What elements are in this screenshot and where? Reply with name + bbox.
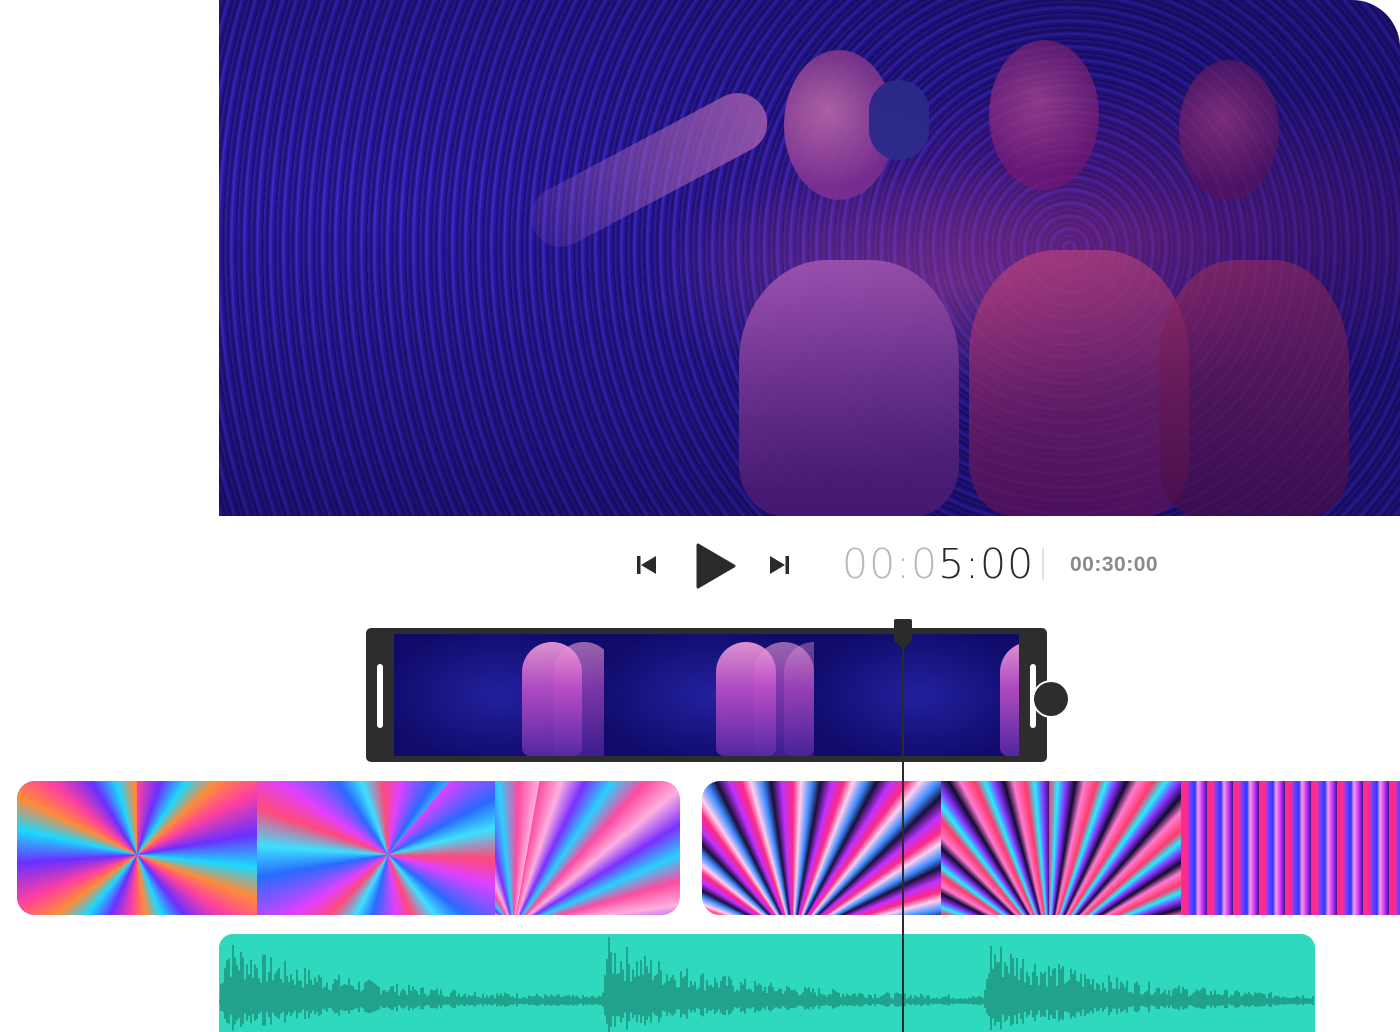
skip-next-icon[interactable] — [768, 554, 790, 576]
play-icon[interactable] — [692, 541, 738, 591]
playhead-line — [902, 620, 904, 1032]
audio-track[interactable] — [219, 934, 1315, 1032]
clip-thumbnail — [495, 781, 680, 915]
clip-thumbnail — [702, 781, 941, 915]
skip-previous-icon[interactable] — [636, 554, 658, 576]
dancer-echo-figure — [909, 30, 1209, 516]
timecode-bright-part: 5:00 — [938, 540, 1035, 588]
video-preview — [219, 0, 1400, 516]
clip-thumbnail — [394, 634, 604, 756]
dancer-figure — [520, 30, 999, 516]
audio-waveform — [219, 937, 1314, 1032]
current-timecode: 00:05:00 — [842, 540, 1034, 588]
clip-thumbnail — [814, 634, 1019, 756]
trim-drag-knob[interactable] — [1034, 682, 1068, 716]
clip-filmstrip — [394, 634, 1019, 756]
selected-video-clip[interactable] — [366, 628, 1047, 762]
clip-thumbnail — [1181, 781, 1400, 915]
clip-thumbnail — [604, 634, 814, 756]
background-clip-swirl[interactable] — [17, 781, 680, 915]
clip-thumbnail — [257, 781, 495, 915]
dancer-echo-figure — [1099, 40, 1379, 516]
timecode-dim-part: 00:0 — [842, 540, 939, 588]
total-duration: 00:30:00 — [1070, 553, 1159, 576]
trim-handle-left[interactable] — [377, 664, 383, 728]
playback-controls: 00:05:00 00:30:00 — [630, 534, 1190, 594]
background-clip-burst[interactable] — [702, 781, 1400, 915]
clip-thumbnail — [941, 781, 1181, 915]
timecode-divider — [1042, 548, 1044, 580]
clip-thumbnail — [17, 781, 257, 915]
